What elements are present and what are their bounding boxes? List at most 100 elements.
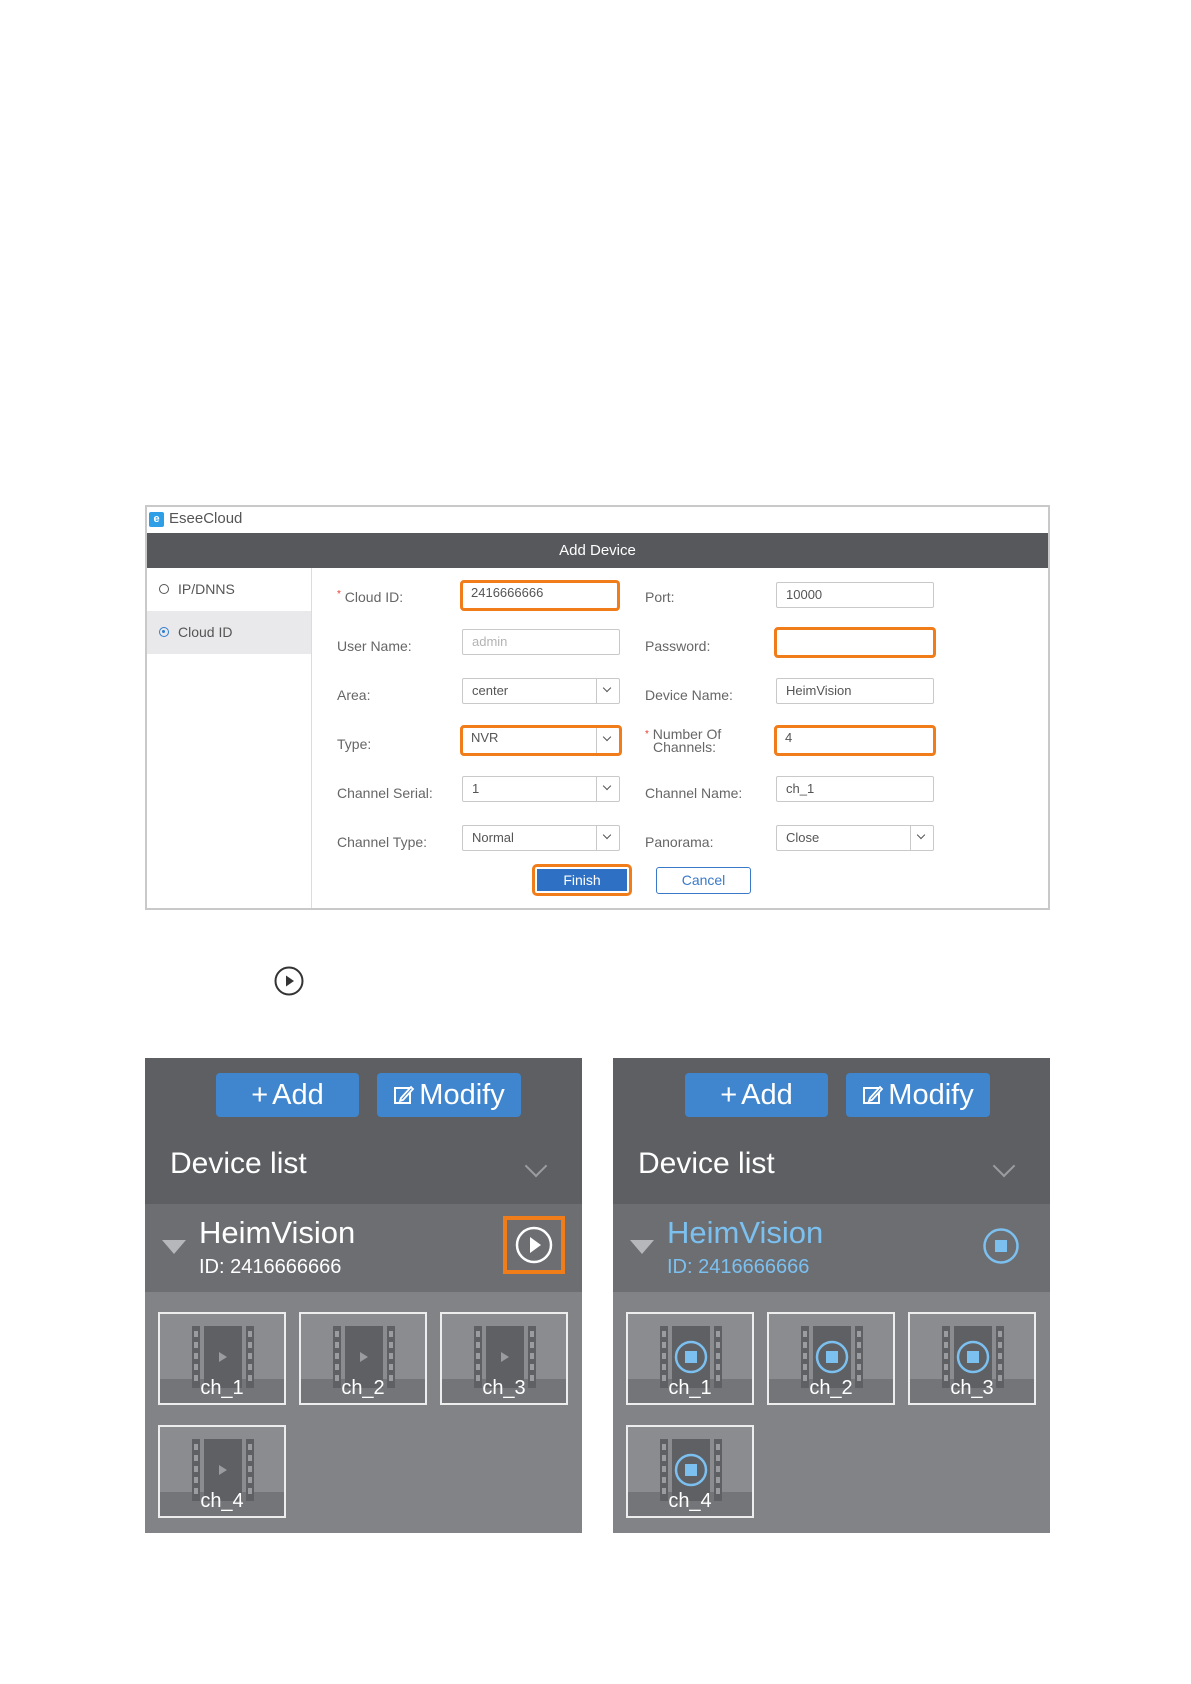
add-button-label: Add (741, 1079, 793, 1111)
play-all-icon[interactable] (507, 1220, 561, 1270)
channel-label: ch_2 (809, 1377, 853, 1399)
channel-tile[interactable]: ch_4 (626, 1425, 754, 1518)
radio-icon[interactable] (159, 584, 169, 594)
edit-icon (394, 1085, 415, 1104)
device-list-title: Device list (170, 1147, 307, 1180)
channel-label: ch_1 (668, 1377, 712, 1399)
channel-label: ch_4 (668, 1490, 712, 1512)
modify-button-label: Modify (419, 1079, 505, 1111)
channel-name-label: Channel Name: (645, 785, 743, 801)
chevron-down-icon[interactable] (596, 777, 619, 801)
channel-label: ch_3 (950, 1377, 994, 1399)
channel-tile[interactable]: ch_3 (440, 1312, 568, 1405)
device-row[interactable]: HeimVision ID: 2416666666 (613, 1204, 1050, 1292)
panel-header: + Add Modify Device list (613, 1058, 1050, 1204)
panorama-label: Panorama: (645, 834, 714, 850)
add-device-window: e EseeCloud Add Device IP/DNNS Cloud ID … (145, 505, 1050, 910)
channels-label: * Number Of Channels: (645, 727, 721, 755)
plus-icon: + (251, 1079, 269, 1111)
area-select[interactable]: center (462, 678, 620, 704)
channel-type-label: Channel Type: (337, 834, 428, 850)
modify-button[interactable]: Modify (846, 1073, 990, 1117)
edit-icon (863, 1085, 884, 1104)
expand-triangle-icon[interactable] (162, 1240, 186, 1254)
chevron-down-icon[interactable] (524, 1154, 548, 1178)
user-name-label: User Name: (337, 638, 412, 654)
channel-tile[interactable]: ch_2 (299, 1312, 427, 1405)
chevron-down-icon[interactable] (596, 679, 619, 703)
panorama-value: Close (786, 830, 820, 845)
chevron-down-icon[interactable] (596, 826, 619, 850)
type-label: Type: (337, 736, 372, 752)
expand-triangle-icon[interactable] (630, 1240, 654, 1254)
channel-label: ch_4 (200, 1490, 244, 1512)
cloud-id-label: * Cloud ID: (337, 589, 403, 605)
device-name-input[interactable]: HeimVision (776, 678, 934, 704)
port-label: Port: (645, 589, 675, 605)
app-title: EseeCloud (169, 510, 243, 527)
channels-label-line2: Channels: (653, 739, 717, 755)
device-row[interactable]: HeimVision ID: 2416666666 (145, 1204, 582, 1292)
device-name-label: Device Name: (645, 687, 733, 703)
chevron-down-icon[interactable] (910, 826, 933, 850)
dialog-title: Add Device (147, 533, 1048, 568)
finish-button-label: Finish (537, 869, 627, 891)
title-bar: e EseeCloud (147, 507, 1048, 533)
channel-label: ch_3 (482, 1377, 526, 1399)
play-all-highlight (503, 1216, 565, 1274)
channel-serial-select[interactable]: 1 (462, 776, 620, 802)
channel-tile[interactable]: ch_2 (767, 1312, 895, 1405)
cancel-button[interactable]: Cancel (656, 867, 751, 894)
cloud-id-label-text: Cloud ID: (344, 589, 404, 605)
device-id: ID: 2416666666 (199, 1256, 342, 1278)
required-mark: * (337, 589, 341, 600)
channel-name-input[interactable]: ch_1 (776, 776, 934, 802)
area-value: center (472, 683, 509, 698)
sidebar-item-label: Cloud ID (178, 624, 233, 640)
channel-tile[interactable]: ch_1 (158, 1312, 286, 1405)
channels-input[interactable]: 4 (774, 725, 936, 756)
radio-selected-icon[interactable] (159, 627, 169, 637)
user-name-input[interactable]: admin (462, 629, 620, 655)
password-label: Password: (645, 638, 711, 654)
cloud-id-input[interactable]: 2416666666 (460, 580, 620, 611)
plus-icon: + (720, 1079, 738, 1111)
channel-label: ch_1 (200, 1377, 244, 1399)
channel-type-value: Normal (472, 830, 514, 845)
password-input[interactable] (774, 627, 936, 658)
port-input[interactable]: 10000 (776, 582, 934, 608)
add-button[interactable]: + Add (685, 1073, 828, 1117)
channel-tile[interactable]: ch_4 (158, 1425, 286, 1518)
device-list-title: Device list (638, 1147, 775, 1180)
device-id: ID: 2416666666 (667, 1256, 810, 1278)
device-name: HeimVision (667, 1215, 824, 1250)
channel-tile[interactable]: ch_1 (626, 1312, 754, 1405)
sidebar-item-cloud-id[interactable]: Cloud ID (147, 611, 311, 654)
device-list-panel-stopped: + Add Modify Device list HeimVision ID: 2… (145, 1058, 582, 1533)
channel-type-select[interactable]: Normal (462, 825, 620, 851)
chevron-down-icon[interactable] (992, 1154, 1016, 1178)
area-label: Area: (337, 687, 371, 703)
play-icon (274, 966, 304, 996)
channel-serial-value: 1 (472, 781, 480, 796)
sidebar-item-ip-dnns[interactable]: IP/DNNS (147, 568, 311, 611)
channel-label: ch_2 (341, 1377, 385, 1399)
type-select[interactable]: NVR (460, 725, 622, 756)
chevron-down-icon[interactable] (596, 728, 619, 753)
stop-all-icon[interactable] (983, 1228, 1019, 1264)
device-list-panel-playing: + Add Modify Device list HeimVision ID: 2… (613, 1058, 1050, 1533)
device-name: HeimVision (199, 1215, 356, 1250)
finish-button[interactable]: Finish (532, 864, 632, 896)
app-logo-icon: e (149, 512, 164, 527)
channel-serial-label: Channel Serial: (337, 785, 433, 801)
add-button-label: Add (272, 1079, 324, 1111)
modify-button[interactable]: Modify (377, 1073, 521, 1117)
panel-header: + Add Modify Device list (145, 1058, 582, 1204)
channel-tile[interactable]: ch_3 (908, 1312, 1036, 1405)
modify-button-label: Modify (888, 1079, 974, 1111)
type-value: NVR (471, 730, 499, 745)
panorama-select[interactable]: Close (776, 825, 934, 851)
add-button[interactable]: + Add (216, 1073, 359, 1117)
sidebar-item-label: IP/DNNS (178, 581, 235, 597)
connection-type-sidebar: IP/DNNS Cloud ID (147, 568, 312, 908)
